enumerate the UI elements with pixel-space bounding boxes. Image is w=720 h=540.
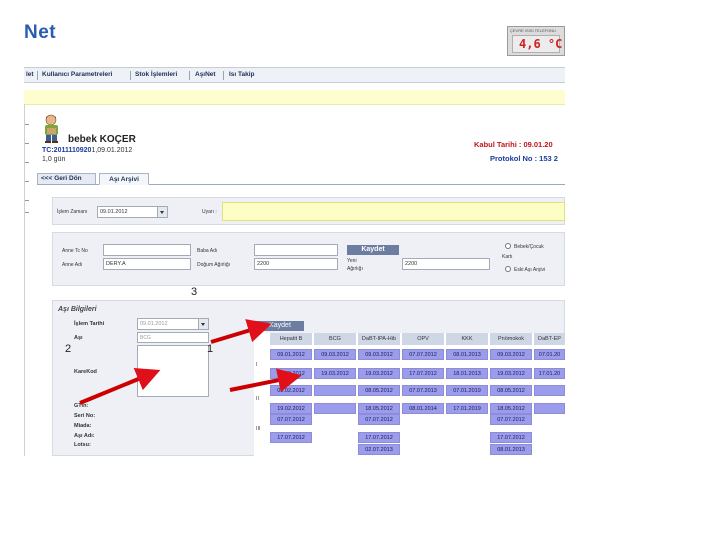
annotation-label-1: 1 <box>207 343 214 355</box>
arrow-3-to-save <box>210 319 272 344</box>
arrow-2-to-karekod <box>79 367 161 405</box>
annotation-label-2: 2 <box>65 343 72 355</box>
arrow-1-to-table <box>229 368 302 392</box>
annotation-label-3: 3 <box>191 286 198 298</box>
annotation-arrows <box>79 319 302 405</box>
